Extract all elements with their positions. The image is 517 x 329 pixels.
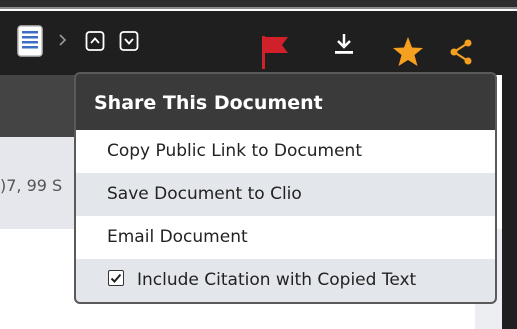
share-document-popup: Share This Document Copy Public Link to … xyxy=(74,72,497,304)
email-document-label: Email Document xyxy=(107,227,248,247)
star-icon[interactable] xyxy=(392,36,424,68)
document-icon[interactable] xyxy=(17,25,43,57)
include-citation-label: Include Citation with Copied Text xyxy=(137,270,417,290)
include-citation-checkbox[interactable] xyxy=(108,270,124,286)
checkmark-icon xyxy=(110,273,122,283)
document-toolbar xyxy=(0,11,517,75)
save-to-clio-label: Save Document to Clio xyxy=(107,184,302,204)
download-icon[interactable] xyxy=(333,32,355,58)
popup-title: Share This Document xyxy=(94,92,323,114)
copy-public-link-label: Copy Public Link to Document xyxy=(107,141,362,161)
chevron-right-icon xyxy=(59,34,67,46)
chevron-down-box-icon[interactable] xyxy=(119,30,139,52)
email-document-item[interactable]: Email Document xyxy=(76,216,495,259)
header-band xyxy=(0,75,80,137)
include-citation-item[interactable]: Include Citation with Copied Text xyxy=(76,259,495,302)
flag-icon[interactable] xyxy=(260,35,290,69)
share-icon[interactable] xyxy=(448,38,474,66)
document-snippet-text: )7, 99 S xyxy=(0,176,63,195)
top-bar xyxy=(0,0,517,9)
save-to-clio-item[interactable]: Save Document to Clio xyxy=(76,173,495,216)
copy-public-link-item[interactable]: Copy Public Link to Document xyxy=(76,130,495,173)
chevron-up-box-icon[interactable] xyxy=(85,30,105,52)
right-rail xyxy=(502,11,517,329)
